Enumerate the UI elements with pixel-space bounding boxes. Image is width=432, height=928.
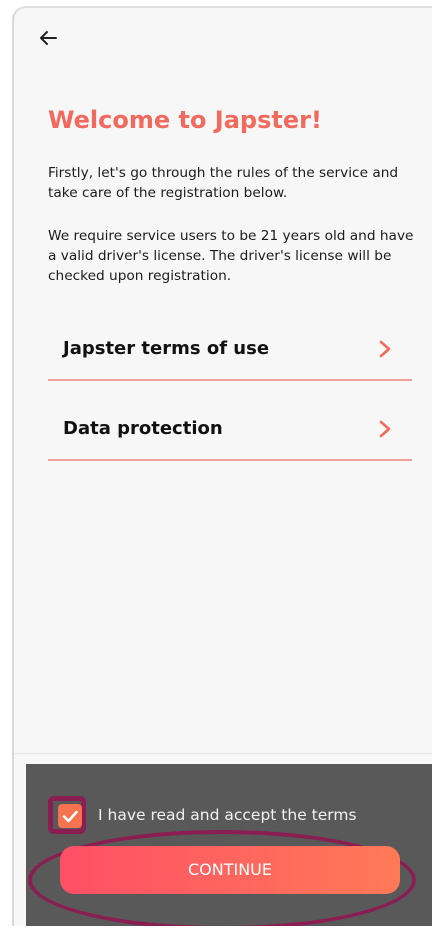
page-title: Welcome to Japster! — [48, 106, 322, 134]
app-screen: Welcome to Japster! Firstly, let's go th… — [12, 6, 432, 926]
requirements-text: We require service users to be 21 years … — [48, 228, 414, 284]
continue-button[interactable]: CONTINUE — [60, 846, 400, 894]
terms-of-use-label: Japster terms of use — [63, 338, 270, 359]
arrow-left-icon — [40, 31, 57, 45]
accept-terms-checkbox[interactable] — [58, 804, 82, 828]
check-icon — [62, 810, 78, 823]
footer-divider — [14, 753, 432, 754]
intro-text: Firstly, let's go through the rules of t… — [48, 165, 399, 201]
terms-of-use-link[interactable]: Japster terms of use — [48, 321, 412, 381]
data-protection-label: Data protection — [63, 418, 223, 439]
data-protection-link[interactable]: Data protection — [48, 401, 412, 461]
chevron-right-icon — [379, 340, 391, 358]
accept-terms-label[interactable]: I have read and accept the terms — [98, 806, 357, 824]
back-button[interactable] — [34, 24, 62, 52]
footer-panel: I have read and accept the terms CONTINU… — [26, 764, 432, 926]
chevron-right-icon — [379, 420, 391, 438]
